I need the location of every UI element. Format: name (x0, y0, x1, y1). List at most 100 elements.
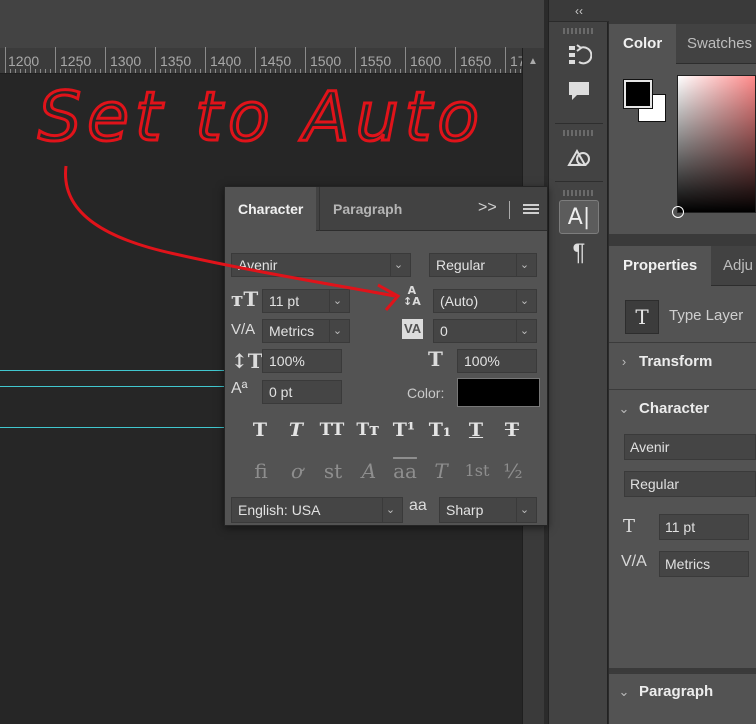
ruler-tick (295, 69, 296, 73)
properties-font-size[interactable]: 11 pt (659, 514, 749, 540)
paragraph-panel-icon[interactable]: ¶ (559, 236, 599, 270)
tab-character[interactable]: Character (225, 187, 317, 231)
ruler-tick (25, 69, 26, 73)
scroll-up-icon[interactable]: ▲ (528, 56, 538, 67)
underline-button[interactable]: T (461, 417, 491, 443)
shapes-icon[interactable] (559, 140, 599, 174)
ruler-tick (390, 69, 391, 73)
ruler-tick (310, 69, 311, 73)
chevron-down-icon: ⌄ (516, 290, 532, 312)
faux-italic-button[interactable]: T (281, 417, 311, 443)
small-caps-button[interactable]: Tт (353, 417, 383, 443)
properties-font-style[interactable]: Regular (624, 471, 756, 497)
tracking-dropdown[interactable]: 0 ⌄ (433, 319, 537, 343)
font-family-dropdown[interactable]: Avenir ⌄ (231, 253, 411, 277)
ruler-tick (420, 69, 421, 73)
section-character[interactable]: ⌄ Character (609, 389, 756, 427)
standard-ligatures-button[interactable]: fi (245, 457, 277, 485)
ruler-tick (100, 69, 101, 73)
guide-line[interactable] (0, 386, 225, 387)
all-caps-button[interactable]: TT (317, 417, 347, 443)
tab-adjustments[interactable]: Adju (709, 246, 756, 286)
ruler-tick (110, 69, 111, 73)
font-size-dropdown[interactable]: 11 pt ⌄ (262, 289, 350, 313)
contextual-alternates-button[interactable]: ơ (281, 457, 313, 485)
panel-menu-icon[interactable] (523, 204, 539, 216)
text-color-swatch[interactable] (457, 378, 540, 407)
ruler-tick (220, 69, 221, 73)
expand-panel-button[interactable]: >> (478, 199, 497, 217)
ruler-tick (465, 69, 466, 73)
stylistic-alternates-button[interactable]: aa (389, 457, 421, 485)
titling-alternates-button[interactable]: T (425, 457, 457, 485)
section-paragraph[interactable]: ⌄ Paragraph (609, 672, 756, 710)
tab-color[interactable]: Color (609, 24, 677, 64)
ruler-tick (425, 69, 426, 73)
chevron-down-icon: ⌄ (618, 400, 630, 416)
swash-button[interactable]: A (353, 457, 385, 485)
section-label: Character (639, 400, 710, 417)
options-bar (0, 0, 544, 48)
antialias-dropdown[interactable]: Sharp ⌄ (439, 497, 537, 523)
vertical-scale-field[interactable]: 100% (262, 349, 342, 373)
ordinals-button[interactable]: 1st (461, 457, 493, 485)
collapse-dock-button[interactable]: ‹‹ (549, 0, 609, 22)
guide-line[interactable] (0, 427, 225, 428)
ruler-tick (140, 69, 141, 73)
subscript-button[interactable]: T₁ (425, 417, 455, 443)
ruler-tick (15, 69, 16, 73)
ruler-label: 1450 (260, 53, 292, 69)
ruler-tick (200, 69, 201, 73)
kerning-dropdown[interactable]: Metrics ⌄ (262, 319, 350, 343)
ruler-tick (65, 69, 66, 73)
properties-kerning[interactable]: Metrics (659, 551, 749, 577)
horizontal-ruler[interactable]: 1200 1250 1300 1350 1400 1450 1500 1550 … (0, 47, 526, 74)
fractions-button[interactable]: ½ (497, 457, 529, 485)
grip-handle[interactable] (563, 130, 595, 136)
ruler-tick (250, 69, 251, 73)
tab-paragraph[interactable]: Paragraph (319, 187, 415, 231)
strikethrough-button[interactable]: T (497, 417, 527, 443)
history-icon[interactable] (559, 38, 599, 72)
font-family-value: Avenir (238, 257, 278, 273)
superscript-button[interactable]: T¹ (389, 417, 419, 443)
ruler-tick (245, 69, 246, 73)
grip-handle[interactable] (563, 28, 595, 34)
character-panel-icon[interactable]: A| (559, 200, 599, 234)
ruler-tick (215, 69, 216, 73)
ruler-tick (255, 47, 256, 73)
tab-swatches[interactable]: Swatches (673, 24, 756, 64)
font-style-dropdown[interactable]: Regular ⌄ (429, 253, 537, 277)
properties-panel-tabs: Properties Adju (609, 246, 756, 286)
ruler-tick (430, 65, 431, 73)
ruler-tick (435, 69, 436, 73)
baseline-shift-field[interactable]: 0 pt (262, 380, 342, 404)
comments-icon[interactable] (559, 74, 599, 108)
discretionary-ligatures-button[interactable]: st (317, 457, 349, 485)
language-dropdown[interactable]: English: USA ⌄ (231, 497, 403, 523)
ruler-label: 1400 (210, 53, 242, 69)
ruler-tick (400, 69, 401, 73)
properties-font-family[interactable]: Avenir (624, 434, 756, 460)
guide-line[interactable] (0, 370, 225, 371)
grip-handle[interactable] (563, 190, 595, 196)
tab-properties[interactable]: Properties (609, 246, 712, 286)
ruler-tick (230, 65, 231, 73)
faux-bold-button[interactable]: T (245, 417, 275, 443)
ruler-tick (485, 69, 486, 73)
horizontal-scale-field[interactable]: 100% (457, 349, 537, 373)
chevron-down-icon: ⌄ (516, 498, 532, 522)
ruler-tick (305, 47, 306, 73)
foreground-color-swatch[interactable] (623, 79, 653, 109)
ruler-tick (355, 47, 356, 73)
tracking-icon: VA (402, 319, 424, 339)
ruler-tick (395, 69, 396, 73)
picker-cursor[interactable] (672, 206, 684, 218)
ruler-tick (210, 69, 211, 73)
color-picker-field[interactable] (672, 75, 756, 218)
section-transform[interactable]: › Transform (609, 342, 756, 380)
leading-dropdown[interactable]: (Auto) ⌄ (433, 289, 537, 313)
ruler-tick (10, 69, 11, 73)
tracking-value: 0 (440, 323, 448, 339)
ruler-tick (75, 69, 76, 73)
